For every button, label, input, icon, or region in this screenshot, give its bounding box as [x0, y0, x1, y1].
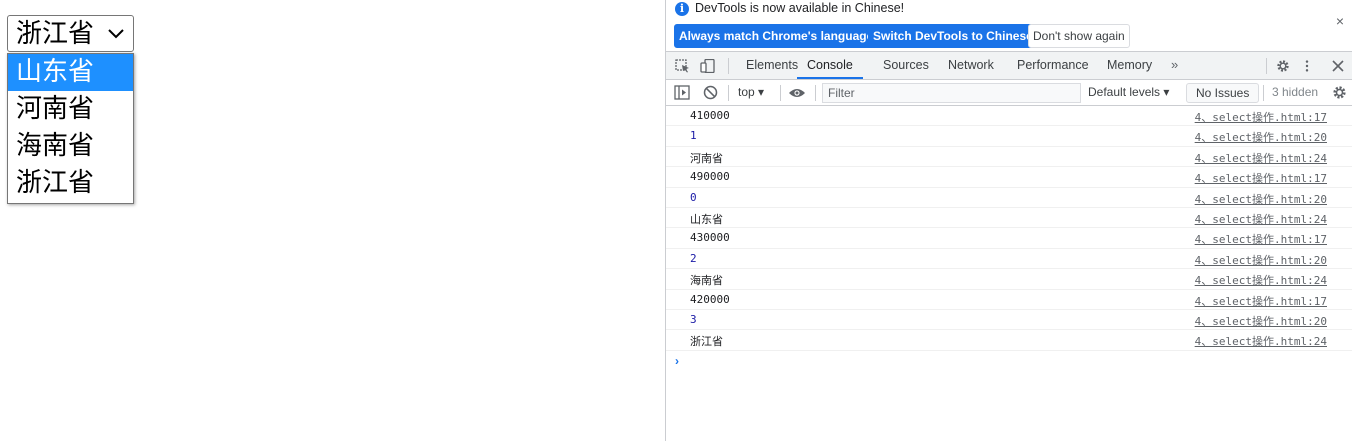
divider — [1266, 58, 1267, 74]
source-link[interactable]: 4、select操作.html:24 — [1195, 333, 1327, 349]
console-messages: 410000 4、select操作.html:17 1 4、select操作.html… — [666, 106, 1352, 351]
infobar-message: DevTools is now available in Chinese! — [695, 1, 905, 15]
issues-button[interactable]: No Issues — [1186, 83, 1260, 103]
source-link[interactable]: 4、select操作.html:20 — [1195, 252, 1327, 268]
console-message-row: 410000 4、select操作.html:17 — [666, 106, 1352, 127]
info-icon: i — [675, 2, 689, 16]
log-levels-label: Default levels — [1088, 85, 1161, 99]
console-message-row: 河南省 4、select操作.html:24 — [666, 147, 1352, 168]
devtools-panel: i DevTools is now available in Chinese! … — [666, 0, 1352, 441]
source-link[interactable]: 4、select操作.html:24 — [1195, 211, 1327, 227]
console-message-value: 490000 — [690, 170, 730, 184]
inspect-element-icon[interactable] — [675, 59, 691, 73]
source-link[interactable]: 4、select操作.html:20 — [1195, 191, 1327, 207]
clear-console-icon[interactable] — [703, 85, 718, 100]
device-toolbar-icon[interactable] — [700, 59, 716, 73]
close-devtools-icon[interactable] — [1332, 59, 1344, 73]
source-link[interactable]: 4、select操作.html:20 — [1195, 313, 1327, 329]
console-prompt[interactable]: › — [675, 354, 679, 368]
select-option[interactable]: 河南省 — [8, 91, 133, 128]
console-message-row: 1 4、select操作.html:20 — [666, 126, 1352, 147]
eye-icon[interactable] — [788, 87, 806, 99]
select-dropdown-list: 山东省 河南省 海南省 浙江省 — [7, 53, 134, 204]
tab-elements[interactable]: Elements — [746, 52, 798, 79]
page-content: 浙江省 山东省 河南省 海南省 浙江省 — [0, 0, 665, 441]
source-link[interactable]: 4、select操作.html:20 — [1195, 129, 1327, 145]
source-link[interactable]: 4、select操作.html:17 — [1195, 293, 1327, 309]
source-link[interactable]: 4、select操作.html:17 — [1195, 231, 1327, 247]
source-link[interactable]: 4、select操作.html:17 — [1195, 109, 1327, 125]
province-select[interactable]: 浙江省 — [7, 15, 134, 52]
console-message-value: 浙江省 — [690, 335, 723, 349]
console-settings-icon[interactable] — [1332, 85, 1347, 100]
context-label: top — [738, 85, 755, 99]
match-language-button[interactable]: Always match Chrome's language — [674, 24, 879, 48]
console-message-value: 430000 — [690, 231, 730, 245]
divider — [815, 85, 816, 101]
select-option[interactable]: 浙江省 — [8, 165, 133, 202]
divider — [1263, 85, 1264, 101]
console-message-row: 海南省 4、select操作.html:24 — [666, 269, 1352, 290]
divider — [728, 85, 729, 101]
gear-icon[interactable] — [1275, 59, 1291, 73]
console-message-row: 420000 4、select操作.html:17 — [666, 290, 1352, 310]
console-message-value: 410000 — [690, 109, 730, 122]
tab-memory[interactable]: Memory — [1107, 52, 1152, 79]
console-message-row: 3 4、select操作.html:20 — [666, 310, 1352, 331]
console-message-value: 海南省 — [690, 274, 723, 288]
sidebar-toggle-icon[interactable] — [674, 85, 690, 100]
devtools-tabbar: Elements Console Sources Network Perform… — [666, 52, 1352, 80]
console-message-row: 浙江省 4、select操作.html:24 — [666, 330, 1352, 351]
tab-console[interactable]: Console — [797, 52, 863, 79]
dont-show-again-button[interactable]: Don't show again — [1028, 24, 1130, 48]
console-message-row: 2 4、select操作.html:20 — [666, 249, 1352, 270]
tab-performance[interactable]: Performance — [1017, 52, 1089, 79]
console-message-value: 山东省 — [690, 212, 723, 226]
console-message-row: 0 4、select操作.html:20 — [666, 188, 1352, 208]
console-message-value: 420000 — [690, 292, 730, 306]
log-levels-dropdown[interactable]: Default levels ▾ — [1088, 85, 1169, 99]
console-message-row: 490000 4、select操作.html:17 — [666, 167, 1352, 188]
tab-sources[interactable]: Sources — [883, 52, 929, 79]
kebab-menu-icon[interactable] — [1304, 59, 1310, 73]
hidden-count: 3 hidden — [1272, 85, 1319, 99]
more-tabs-icon[interactable]: » — [1171, 57, 1178, 72]
console-message-row: 430000 4、select操作.html:17 — [666, 228, 1352, 249]
chevron-down-icon — [108, 29, 124, 39]
tab-network[interactable]: Network — [948, 52, 994, 79]
select-option[interactable]: 海南省 — [8, 128, 133, 165]
close-icon[interactable]: × — [1336, 13, 1344, 29]
divider — [728, 58, 729, 74]
filter-input[interactable]: Filter — [822, 83, 1081, 103]
divider — [780, 85, 781, 101]
console-message-value: 1 — [690, 129, 697, 143]
source-link[interactable]: 4、select操作.html:24 — [1195, 272, 1327, 288]
context-selector[interactable]: top ▾ — [738, 85, 764, 99]
console-toolbar: top ▾ Filter Default levels ▾ No Issues … — [666, 80, 1352, 106]
select-option[interactable]: 山东省 — [8, 54, 133, 91]
source-link[interactable]: 4、select操作.html:17 — [1195, 170, 1327, 186]
console-message-value: 2 — [690, 251, 697, 265]
language-infobar: i DevTools is now available in Chinese! … — [666, 0, 1352, 52]
console-message-value: 0 — [690, 190, 697, 204]
switch-chinese-button[interactable]: Switch DevTools to Chinese — [868, 24, 1038, 48]
console-message-value: 河南省 — [690, 151, 723, 165]
console-message-row: 山东省 4、select操作.html:24 — [666, 208, 1352, 229]
select-current-value: 浙江省 — [16, 18, 95, 49]
console-message-value: 3 — [690, 312, 697, 326]
source-link[interactable]: 4、select操作.html:24 — [1195, 150, 1327, 166]
